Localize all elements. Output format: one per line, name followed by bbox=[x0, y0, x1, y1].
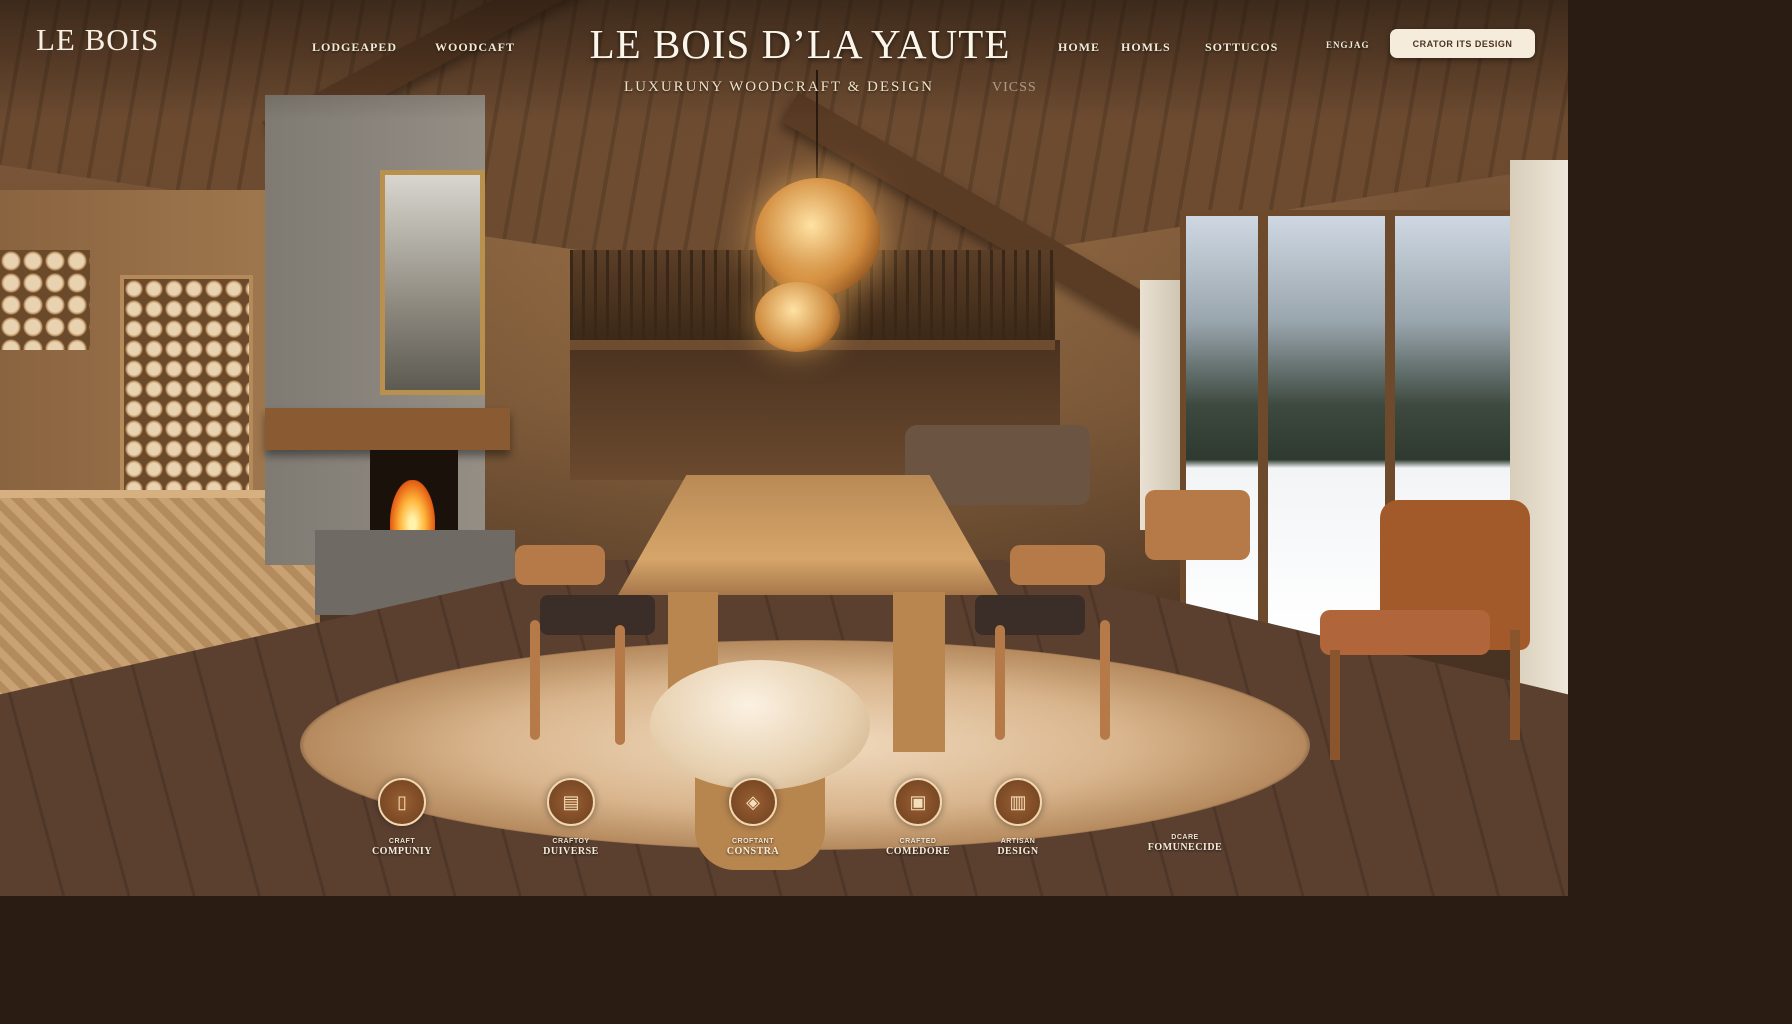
side-chair bbox=[1145, 490, 1250, 560]
feature-caption-top: CRAFTOY bbox=[552, 838, 590, 845]
fire-flame bbox=[390, 480, 435, 535]
feature-item[interactable]: ◈ CROFTANT CONSTRA bbox=[698, 778, 808, 857]
feature-caption-top: DCARE bbox=[1171, 834, 1199, 841]
dining-chair-back bbox=[1010, 545, 1105, 585]
door-icon: ▯ bbox=[378, 778, 426, 826]
firewood-stack bbox=[120, 275, 253, 498]
page-title: LE BOIS D’LA YAUTE bbox=[589, 21, 1011, 67]
boards-icon: ▤ bbox=[547, 778, 595, 826]
armchair-seat bbox=[1320, 610, 1490, 655]
chair-leg bbox=[995, 625, 1005, 740]
feature-caption-top: CRAFTED bbox=[899, 838, 937, 845]
window-mullion bbox=[1258, 210, 1268, 640]
feature-caption: COMPUNIY bbox=[371, 846, 433, 857]
armchair-leg bbox=[1330, 650, 1340, 760]
feature-caption-top: CRAFT bbox=[388, 838, 416, 845]
nav-item-homls[interactable]: HOMLS bbox=[1121, 40, 1171, 55]
hero-image bbox=[0, 0, 1568, 896]
feature-item[interactable]: ▯ CRAFT COMPUNIY bbox=[347, 778, 457, 857]
pendant-lamp bbox=[755, 178, 880, 296]
firewood-shelf bbox=[0, 250, 90, 350]
nav-item-woodcaft[interactable]: WOODCAFT bbox=[435, 40, 515, 55]
chair-leg bbox=[1100, 620, 1110, 740]
feature-item[interactable]: DCARE FOMUNECIDE bbox=[1130, 822, 1240, 853]
feature-caption-top: ARTISAN bbox=[1000, 838, 1036, 845]
fur-pouf bbox=[650, 660, 870, 790]
pendant-lamp-small bbox=[755, 282, 840, 352]
cabinet-icon: ▥ bbox=[994, 778, 1042, 826]
tagline: LUXURUNY WOODCRAFT & DESIGN bbox=[624, 79, 934, 95]
feature-caption: FOMUNECIDE bbox=[1147, 842, 1223, 853]
dining-chair-seat bbox=[540, 595, 655, 635]
dining-chair-seat bbox=[975, 595, 1085, 635]
nav-item-engjag[interactable]: ENGJAG bbox=[1326, 40, 1370, 50]
feature-item[interactable]: ▣ CRAFTED COMEDORE bbox=[863, 778, 973, 857]
feature-caption-top: CROFTANT bbox=[732, 838, 774, 845]
feature-caption: DUIVERSE bbox=[543, 846, 599, 857]
chair-leg bbox=[615, 625, 625, 745]
cta-button[interactable]: CRATOR ITS DESIGN bbox=[1390, 29, 1535, 58]
feature-caption: CONSTRA bbox=[726, 846, 780, 857]
feature-caption: COMEDORE bbox=[886, 846, 950, 857]
landscape-painting bbox=[380, 170, 485, 395]
armchair bbox=[1320, 500, 1530, 760]
emblem-icon: ◈ bbox=[729, 778, 777, 826]
nav-item-sottucos[interactable]: SOTTUCOS bbox=[1205, 40, 1278, 55]
brand-logo[interactable]: LE BOIS bbox=[36, 22, 159, 58]
chair-leg bbox=[530, 620, 540, 740]
feature-item[interactable]: ▥ ARTISAN DESIGN bbox=[963, 778, 1073, 857]
feature-item[interactable]: ▤ CRAFTOY DUIVERSE bbox=[516, 778, 626, 857]
tagline-secondary: VICSS bbox=[992, 80, 1037, 95]
dining-chair-back bbox=[515, 545, 605, 585]
frame-icon: ▣ bbox=[894, 778, 942, 826]
armchair-leg bbox=[1510, 630, 1520, 740]
feature-caption: DESIGN bbox=[997, 846, 1039, 857]
fireplace-mantel bbox=[265, 408, 510, 450]
nav-item-home[interactable]: HOME bbox=[1058, 40, 1100, 55]
table-leg bbox=[893, 592, 945, 752]
nav-item-lodgeaped[interactable]: LODGEAPED bbox=[312, 40, 397, 55]
